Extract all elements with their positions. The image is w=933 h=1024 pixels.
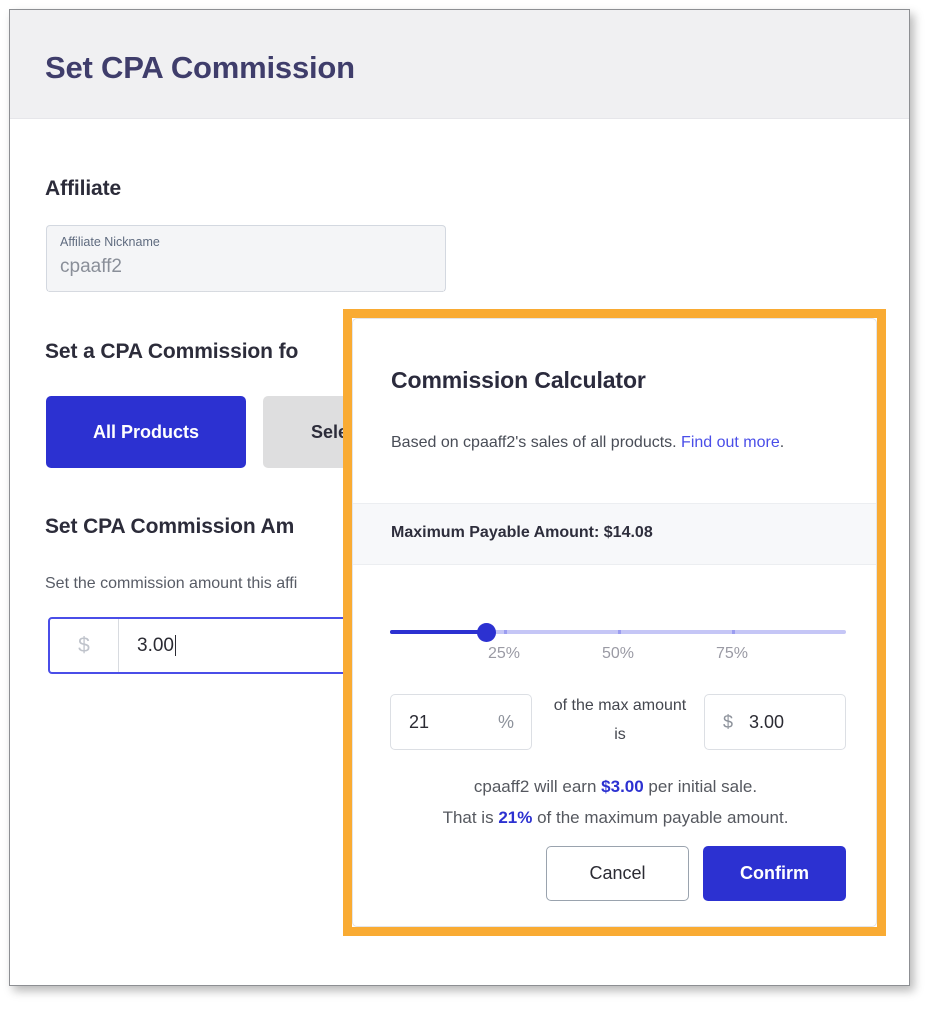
modal-description: Based on cpaaff2's sales of all products… bbox=[391, 427, 821, 458]
commission-calculator-modal: Commission Calculator Based on cpaaff2's… bbox=[352, 318, 877, 927]
dollar-sign-icon: $ bbox=[723, 712, 734, 732]
max-payable-band: Maximum Payable Amount: $14.08 bbox=[353, 503, 876, 565]
all-products-button[interactable]: All Products bbox=[46, 396, 246, 468]
percent-input[interactable]: 21 % bbox=[390, 694, 532, 750]
summary-2-percent: 21% bbox=[498, 808, 533, 827]
modal-footer: Cancel Confirm bbox=[353, 846, 876, 916]
slider-tick-50 bbox=[618, 630, 621, 634]
summary-1-amount: $3.00 bbox=[601, 777, 644, 796]
screen-root: Set CPA Commission Affiliate Affiliate N… bbox=[0, 0, 933, 1024]
summary-text: cpaaff2 will earn $3.00 per initial sale… bbox=[371, 771, 860, 833]
page-title: Set CPA Commission bbox=[45, 50, 355, 85]
summary-line-2: That is 21% of the maximum payable amoun… bbox=[371, 802, 860, 833]
slider-label-25: 25% bbox=[487, 645, 521, 662]
summary-1-pre: cpaaff2 will earn bbox=[473, 777, 602, 796]
max-payable-label: Maximum Payable Amount: $14.08 bbox=[391, 524, 653, 541]
slider-fill bbox=[390, 630, 486, 634]
commission-slider[interactable] bbox=[390, 623, 846, 642]
currency-symbol-icon: $ bbox=[50, 619, 119, 672]
slider-thumb[interactable] bbox=[476, 623, 496, 642]
calculator-middle-label: of the max amount is bbox=[553, 697, 687, 743]
modal-title: Commission Calculator bbox=[391, 367, 646, 393]
amount-helper-text: Set the commission amount this affi bbox=[45, 575, 298, 592]
modal-description-suffix: . bbox=[779, 434, 785, 451]
calculator-row: 21 % of the max amount is $ 3.00 bbox=[390, 694, 846, 750]
text-caret bbox=[174, 635, 177, 656]
slider-tick-25 bbox=[504, 630, 507, 634]
summary-line-1: cpaaff2 will earn $3.00 per initial sale… bbox=[371, 771, 860, 802]
scope-heading: Set a CPA Commission fo bbox=[45, 340, 299, 363]
cancel-button[interactable]: Cancel bbox=[546, 846, 689, 901]
summary-2-post: of the maximum payable amount. bbox=[532, 808, 789, 827]
summary-2-pre: That is bbox=[442, 808, 499, 827]
commission-amount-input[interactable]: $ 3.00 bbox=[48, 617, 368, 674]
slider-tick-75 bbox=[732, 630, 735, 634]
slider-label-50: 50% bbox=[601, 645, 635, 662]
modal-description-prefix: Based on cpaaff2's sales of all products… bbox=[391, 434, 682, 451]
affiliate-nickname-field[interactable]: Affiliate Nickname cpaaff2 bbox=[46, 225, 446, 292]
affiliate-heading: Affiliate bbox=[45, 177, 122, 200]
commission-amount-text: 3.00 bbox=[137, 634, 174, 656]
confirm-button[interactable]: Confirm bbox=[703, 846, 846, 901]
percent-sign-icon: % bbox=[497, 712, 514, 732]
affiliate-nickname-label: Affiliate Nickname bbox=[60, 235, 160, 249]
percent-input-value: 21 bbox=[409, 712, 430, 732]
summary-1-post: per initial sale. bbox=[643, 777, 758, 796]
commission-amount-value[interactable]: 3.00 bbox=[119, 619, 366, 672]
amount-heading: Set CPA Commission Am bbox=[45, 515, 295, 538]
affiliate-nickname-value: cpaaff2 bbox=[60, 256, 122, 277]
page-header: Set CPA Commission bbox=[10, 10, 909, 119]
find-out-more-link[interactable]: Find out more bbox=[681, 434, 780, 451]
amount-input-value: 3.00 bbox=[749, 712, 785, 732]
slider-label-75: 75% bbox=[715, 645, 749, 662]
amount-input[interactable]: $ 3.00 bbox=[704, 694, 846, 750]
